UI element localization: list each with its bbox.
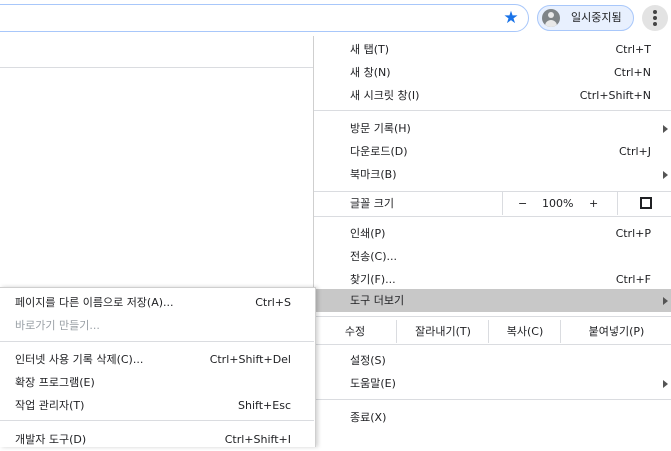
menu-item-more-tools[interactable]: 도구 더보기 <box>314 289 671 312</box>
menu-item-print[interactable]: 인쇄(P) Ctrl+P <box>314 222 671 245</box>
menu-item-shortcut: Ctrl+Shift+N <box>579 89 651 102</box>
zoom-level: 100% <box>542 197 574 210</box>
submenu-item-label: 확장 프로그램(E) <box>15 376 95 389</box>
chevron-right-icon <box>663 297 668 305</box>
menu-item-exit[interactable]: 종료(X) <box>314 406 671 429</box>
menu-item-new-tab[interactable]: 새 탭(T) Ctrl+T <box>314 38 671 61</box>
zoom-controls: − 100% + <box>502 192 671 215</box>
submenu-item-shortcut: Ctrl+S <box>255 296 291 309</box>
zoom-out-button[interactable]: − <box>518 192 527 215</box>
menu-item-label: 북마크(B) <box>350 168 397 181</box>
submenu-item-dev-tools[interactable]: 개발자 도구(D) Ctrl+Shift+I <box>0 428 314 451</box>
menu-item-help[interactable]: 도움말(E) <box>314 372 671 395</box>
avatar-icon <box>542 9 560 27</box>
fullscreen-icon <box>640 197 652 209</box>
menu-item-history[interactable]: 방문 기록(H) <box>314 117 671 140</box>
paste-button[interactable]: 붙여넣기(P) <box>560 320 671 343</box>
menu-item-downloads[interactable]: 다운로드(D) Ctrl+J <box>314 140 671 163</box>
submenu-item-label: 개발자 도구(D) <box>15 433 87 446</box>
menu-divider <box>314 399 671 400</box>
profile-button[interactable]: 일시중지됨 <box>537 5 634 31</box>
menu-item-label: 다운로드(D) <box>350 145 408 158</box>
submenu-item-label: 페이지를 다른 이름으로 저장(A)... <box>15 296 174 309</box>
edit-row: 수정 잘라내기(T) 복사(C) 붙여넣기(P) <box>314 320 671 343</box>
star-icon[interactable]: ★ <box>501 8 521 28</box>
menu-item-find[interactable]: 찾기(F)... Ctrl+F <box>314 268 671 291</box>
menu-item-label: 방문 기록(H) <box>350 122 411 135</box>
menu-item-label: 새 시크릿 창(I) <box>350 89 420 102</box>
submenu-item-create-shortcut: 바로가기 만들기... <box>0 314 314 337</box>
chevron-right-icon <box>663 125 668 133</box>
menu-item-shortcut: Ctrl+J <box>618 145 651 158</box>
browser-toolbar: ★ 일시중지됨 <box>0 0 671 36</box>
menu-divider <box>314 344 671 345</box>
submenu-item-shortcut: Ctrl+Shift+I <box>224 433 291 446</box>
submenu-item-label: 인터넷 사용 기록 삭제(C)... <box>15 353 144 366</box>
zoom-in-button[interactable]: + <box>589 192 598 215</box>
zoom-label: 글꼴 크기 <box>350 197 394 210</box>
menu-divider <box>314 110 671 111</box>
menu-item-label: 인쇄(P) <box>350 227 386 240</box>
menu-item-shortcut: Ctrl+P <box>615 227 651 240</box>
menu-item-shortcut: Ctrl+N <box>613 66 651 79</box>
profile-label: 일시중지됨 <box>571 11 622 24</box>
menu-item-incognito[interactable]: 새 시크릿 창(I) Ctrl+Shift+N <box>314 84 671 107</box>
submenu-item-task-manager[interactable]: 작업 관리자(T) Shift+Esc <box>0 394 314 417</box>
menu-item-shortcut: Ctrl+T <box>615 43 651 56</box>
menu-item-label: 설정(S) <box>350 354 386 367</box>
zoom-row: 글꼴 크기 − 100% + <box>314 192 671 215</box>
menu-item-cast[interactable]: 전송(C)... <box>314 245 671 268</box>
submenu-item-save-page[interactable]: 페이지를 다른 이름으로 저장(A)... Ctrl+S <box>0 291 314 314</box>
copy-button[interactable]: 복사(C) <box>488 320 561 343</box>
menu-divider <box>0 341 314 342</box>
menu-item-bookmarks[interactable]: 북마크(B) <box>314 163 671 186</box>
menu-item-label: 도구 더보기 <box>350 294 405 307</box>
edit-label: 수정 <box>344 325 366 338</box>
menu-divider <box>0 420 314 421</box>
menu-divider <box>314 216 671 217</box>
menu-item-shortcut: Ctrl+F <box>615 273 651 286</box>
chevron-right-icon <box>663 171 668 179</box>
fullscreen-button[interactable] <box>617 192 671 215</box>
submenu-item-label: 바로가기 만들기... <box>15 319 100 332</box>
submenu-item-shortcut: Ctrl+Shift+Del <box>209 353 291 366</box>
menu-divider <box>314 316 671 317</box>
submenu-item-clear-data[interactable]: 인터넷 사용 기록 삭제(C)... Ctrl+Shift+Del <box>0 348 314 371</box>
more-tools-submenu: 페이지를 다른 이름으로 저장(A)... Ctrl+S 바로가기 만들기...… <box>0 287 316 447</box>
menu-item-new-window[interactable]: 새 창(N) Ctrl+N <box>314 61 671 84</box>
menu-item-label: 도움말(E) <box>350 377 396 390</box>
menu-item-label: 전송(C)... <box>350 250 397 263</box>
submenu-item-label: 작업 관리자(T) <box>15 399 85 412</box>
chrome-main-menu: 새 탭(T) Ctrl+T 새 창(N) Ctrl+N 새 시크릿 창(I) C… <box>313 36 671 447</box>
chevron-right-icon <box>663 380 668 388</box>
cut-button[interactable]: 잘라내기(T) <box>396 320 489 343</box>
address-bar[interactable] <box>0 4 529 32</box>
menu-item-label: 찾기(F)... <box>350 273 396 286</box>
page-divider <box>0 67 314 68</box>
menu-item-label: 새 창(N) <box>350 66 391 79</box>
menu-item-label: 종료(X) <box>350 411 387 424</box>
kebab-menu-icon[interactable] <box>642 5 668 31</box>
menu-item-label: 새 탭(T) <box>350 43 390 56</box>
submenu-item-extensions[interactable]: 확장 프로그램(E) <box>0 371 314 394</box>
submenu-item-shortcut: Shift+Esc <box>238 399 291 412</box>
menu-item-settings[interactable]: 설정(S) <box>314 349 671 372</box>
